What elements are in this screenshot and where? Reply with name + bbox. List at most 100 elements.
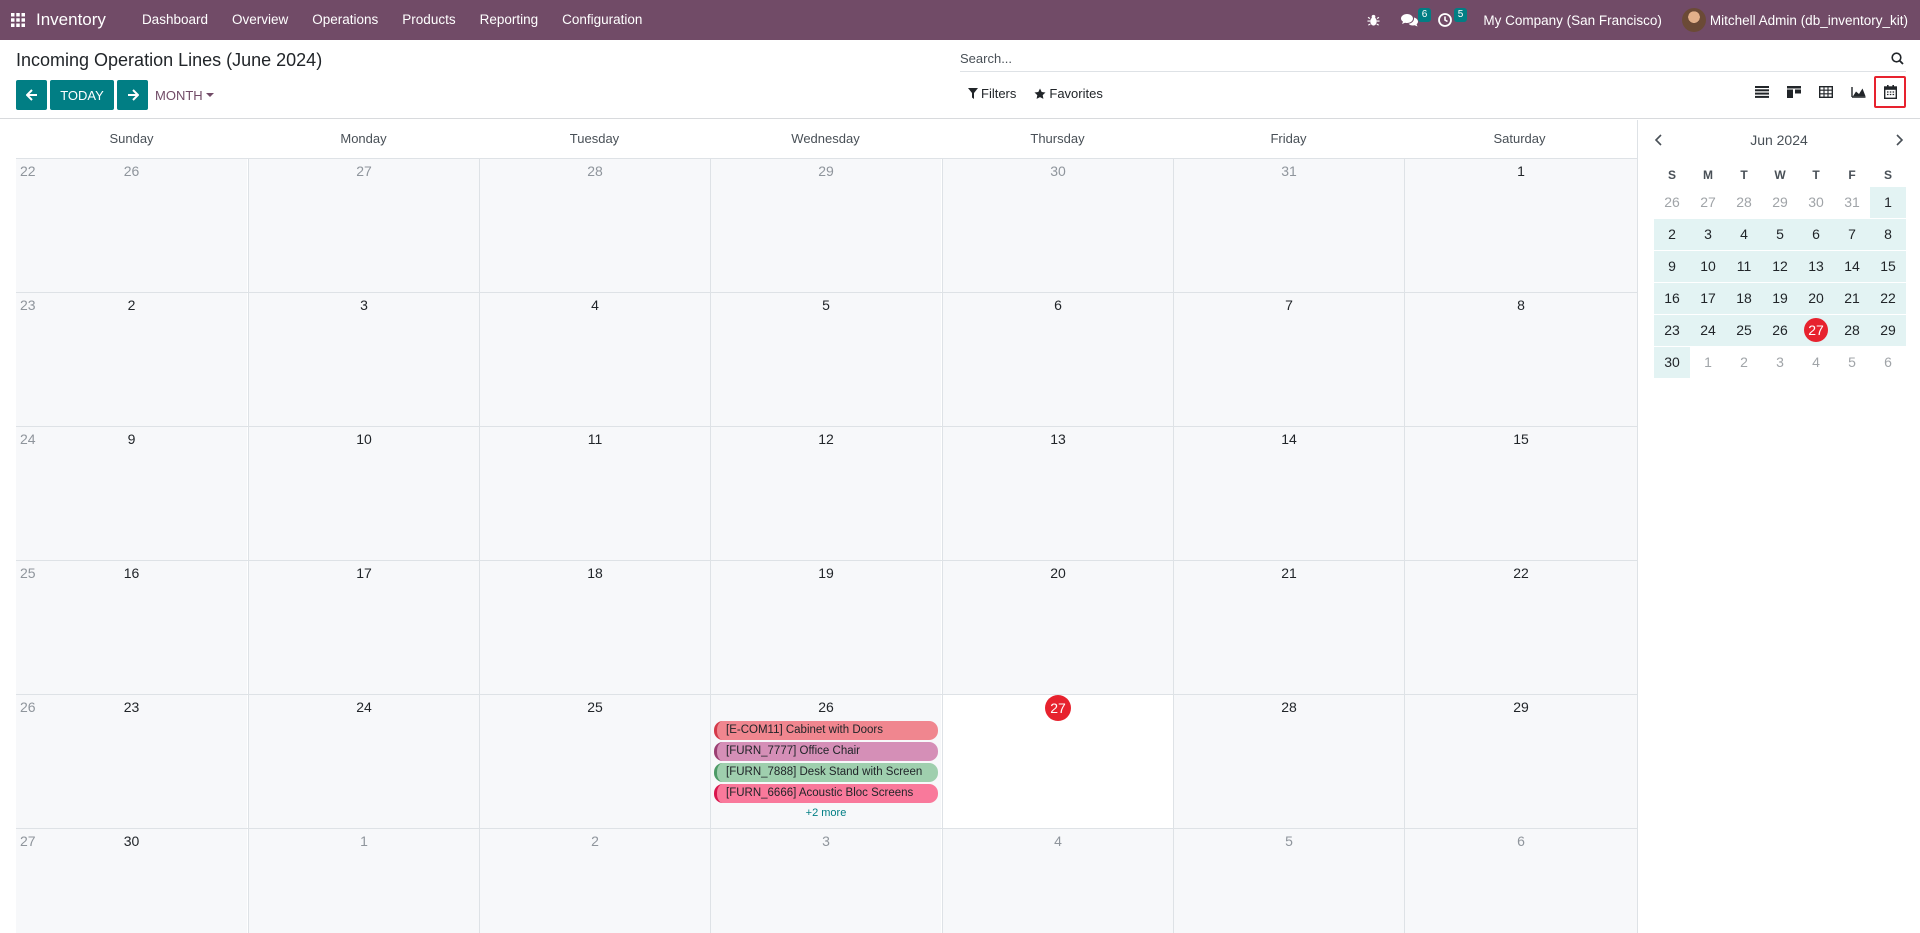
mini-day[interactable]: 31	[1834, 187, 1870, 218]
previous-button[interactable]	[16, 80, 47, 110]
mini-day[interactable]: 7	[1834, 219, 1870, 250]
mini-day[interactable]: 14	[1834, 251, 1870, 282]
mini-day[interactable]: 1	[1690, 347, 1726, 378]
mini-day[interactable]: 30	[1654, 347, 1690, 378]
mini-day[interactable]: 2	[1654, 219, 1690, 250]
calendar-day-cell[interactable]: 5	[710, 293, 941, 427]
calendar-day-cell[interactable]: 29	[1404, 695, 1637, 829]
calendar-event[interactable]: [FURN_7888] Desk Stand with Screen	[714, 763, 938, 782]
favorites-toggle[interactable]: Favorites	[1034, 86, 1103, 101]
mini-day[interactable]: 29	[1870, 315, 1906, 346]
calendar-day-cell[interactable]: 10	[248, 427, 479, 561]
calendar-day-cell[interactable]: 1	[1404, 159, 1637, 293]
search-input[interactable]	[960, 51, 1888, 66]
calendar-day-cell[interactable]: 4	[479, 293, 710, 427]
calendar-day-cell[interactable]: 27	[942, 695, 1173, 829]
calendar-day-cell[interactable]: 6	[942, 293, 1173, 427]
menu-overview[interactable]: Overview	[220, 0, 300, 40]
messages-icon[interactable]: 6	[1391, 0, 1432, 40]
chevron-right-icon[interactable]	[1894, 134, 1904, 146]
calendar-day-cell[interactable]: 8	[1404, 293, 1637, 427]
menu-dashboard[interactable]: Dashboard	[130, 0, 220, 40]
apps-grid-icon[interactable]	[0, 0, 36, 40]
mini-day[interactable]: 9	[1654, 251, 1690, 282]
calendar-day-cell[interactable]: 3	[248, 293, 479, 427]
mini-day[interactable]: 13	[1798, 251, 1834, 282]
mini-day[interactable]: 27	[1798, 315, 1834, 346]
calendar-day-cell[interactable]: 25	[479, 695, 710, 829]
bug-icon[interactable]	[1355, 0, 1391, 40]
calendar-day-cell[interactable]: 21	[1173, 561, 1404, 695]
more-events-link[interactable]: +2 more	[711, 807, 941, 819]
chevron-left-icon[interactable]	[1654, 134, 1664, 146]
calendar-event[interactable]: [FURN_6666] Acoustic Bloc Screens	[714, 784, 938, 803]
calendar-day-cell[interactable]: 2 23	[16, 293, 247, 427]
calendar-day-cell[interactable]: 16 25	[16, 561, 247, 695]
mini-day[interactable]: 30	[1798, 187, 1834, 218]
next-button[interactable]	[117, 80, 148, 110]
mini-day[interactable]: 24	[1690, 315, 1726, 346]
calendar-day-cell[interactable]: 6	[1404, 829, 1637, 933]
mini-day[interactable]: 17	[1690, 283, 1726, 314]
mini-day[interactable]: 8	[1870, 219, 1906, 250]
calendar-day-cell[interactable]: 7	[1173, 293, 1404, 427]
mini-day[interactable]: 6	[1870, 347, 1906, 378]
kanban-view-button[interactable]	[1778, 76, 1810, 108]
user-menu[interactable]: Mitchell Admin (db_inventory_kit)	[1681, 8, 1908, 32]
mini-day[interactable]: 16	[1654, 283, 1690, 314]
mini-day[interactable]: 27	[1690, 187, 1726, 218]
menu-operations[interactable]: Operations	[300, 0, 390, 40]
list-view-button[interactable]	[1746, 76, 1778, 108]
calendar-view-button[interactable]	[1874, 76, 1906, 108]
mini-day[interactable]: 6	[1798, 219, 1834, 250]
mini-day[interactable]: 19	[1762, 283, 1798, 314]
menu-configuration[interactable]: Configuration	[550, 0, 654, 40]
calendar-event[interactable]: [E-COM11] Cabinet with Doors	[714, 721, 938, 740]
mini-day[interactable]: 23	[1654, 315, 1690, 346]
calendar-day-cell[interactable]: 30 27	[16, 829, 247, 933]
mini-day[interactable]: 28	[1726, 187, 1762, 218]
mini-day[interactable]: 4	[1726, 219, 1762, 250]
calendar-day-cell[interactable]: 13	[942, 427, 1173, 561]
mini-day[interactable]: 11	[1726, 251, 1762, 282]
mini-day[interactable]: 26	[1762, 315, 1798, 346]
calendar-day-cell[interactable]: 28	[1173, 695, 1404, 829]
pivot-view-button[interactable]	[1810, 76, 1842, 108]
calendar-day-cell[interactable]: 28	[479, 159, 710, 293]
activities-clock-icon[interactable]: 5	[1427, 0, 1468, 40]
mini-day[interactable]: 15	[1870, 251, 1906, 282]
calendar-day-cell[interactable]: 27	[248, 159, 479, 293]
calendar-day-cell[interactable]: 5	[1173, 829, 1404, 933]
calendar-day-cell[interactable]: 14	[1173, 427, 1404, 561]
mini-day[interactable]: 20	[1798, 283, 1834, 314]
calendar-day-cell[interactable]: 4	[942, 829, 1173, 933]
filters-toggle[interactable]: Filters	[968, 86, 1016, 101]
mini-day[interactable]: 5	[1762, 219, 1798, 250]
graph-view-button[interactable]	[1842, 76, 1874, 108]
mini-day[interactable]: 22	[1870, 283, 1906, 314]
calendar-day-cell[interactable]: 30	[942, 159, 1173, 293]
calendar-day-cell[interactable]: 1	[248, 829, 479, 933]
mini-day[interactable]: 3	[1762, 347, 1798, 378]
mini-day[interactable]: 5	[1834, 347, 1870, 378]
calendar-day-cell[interactable]: 26 22	[16, 159, 247, 293]
calendar-day-cell[interactable]: 17	[248, 561, 479, 695]
company-switcher[interactable]: My Company (San Francisco)	[1483, 13, 1662, 28]
menu-reporting[interactable]: Reporting	[468, 0, 551, 40]
menu-products[interactable]: Products	[390, 0, 467, 40]
mini-day[interactable]: 4	[1798, 347, 1834, 378]
app-brand[interactable]: Inventory	[36, 10, 106, 30]
mini-day[interactable]: 18	[1726, 283, 1762, 314]
calendar-day-cell[interactable]: 12	[710, 427, 941, 561]
mini-day[interactable]: 2	[1726, 347, 1762, 378]
mini-day[interactable]: 21	[1834, 283, 1870, 314]
search-icon[interactable]	[1888, 50, 1906, 68]
calendar-day-cell[interactable]: 22	[1404, 561, 1637, 695]
calendar-day-cell[interactable]: 18	[479, 561, 710, 695]
scale-dropdown[interactable]: MONTH	[155, 88, 214, 103]
today-button[interactable]: TODAY	[50, 80, 114, 110]
mini-day[interactable]: 10	[1690, 251, 1726, 282]
calendar-day-cell[interactable]: 11	[479, 427, 710, 561]
calendar-day-cell[interactable]: 26 [E-COM11] Cabinet with Doors [FURN_7777…	[710, 695, 941, 829]
mini-day[interactable]: 28	[1834, 315, 1870, 346]
